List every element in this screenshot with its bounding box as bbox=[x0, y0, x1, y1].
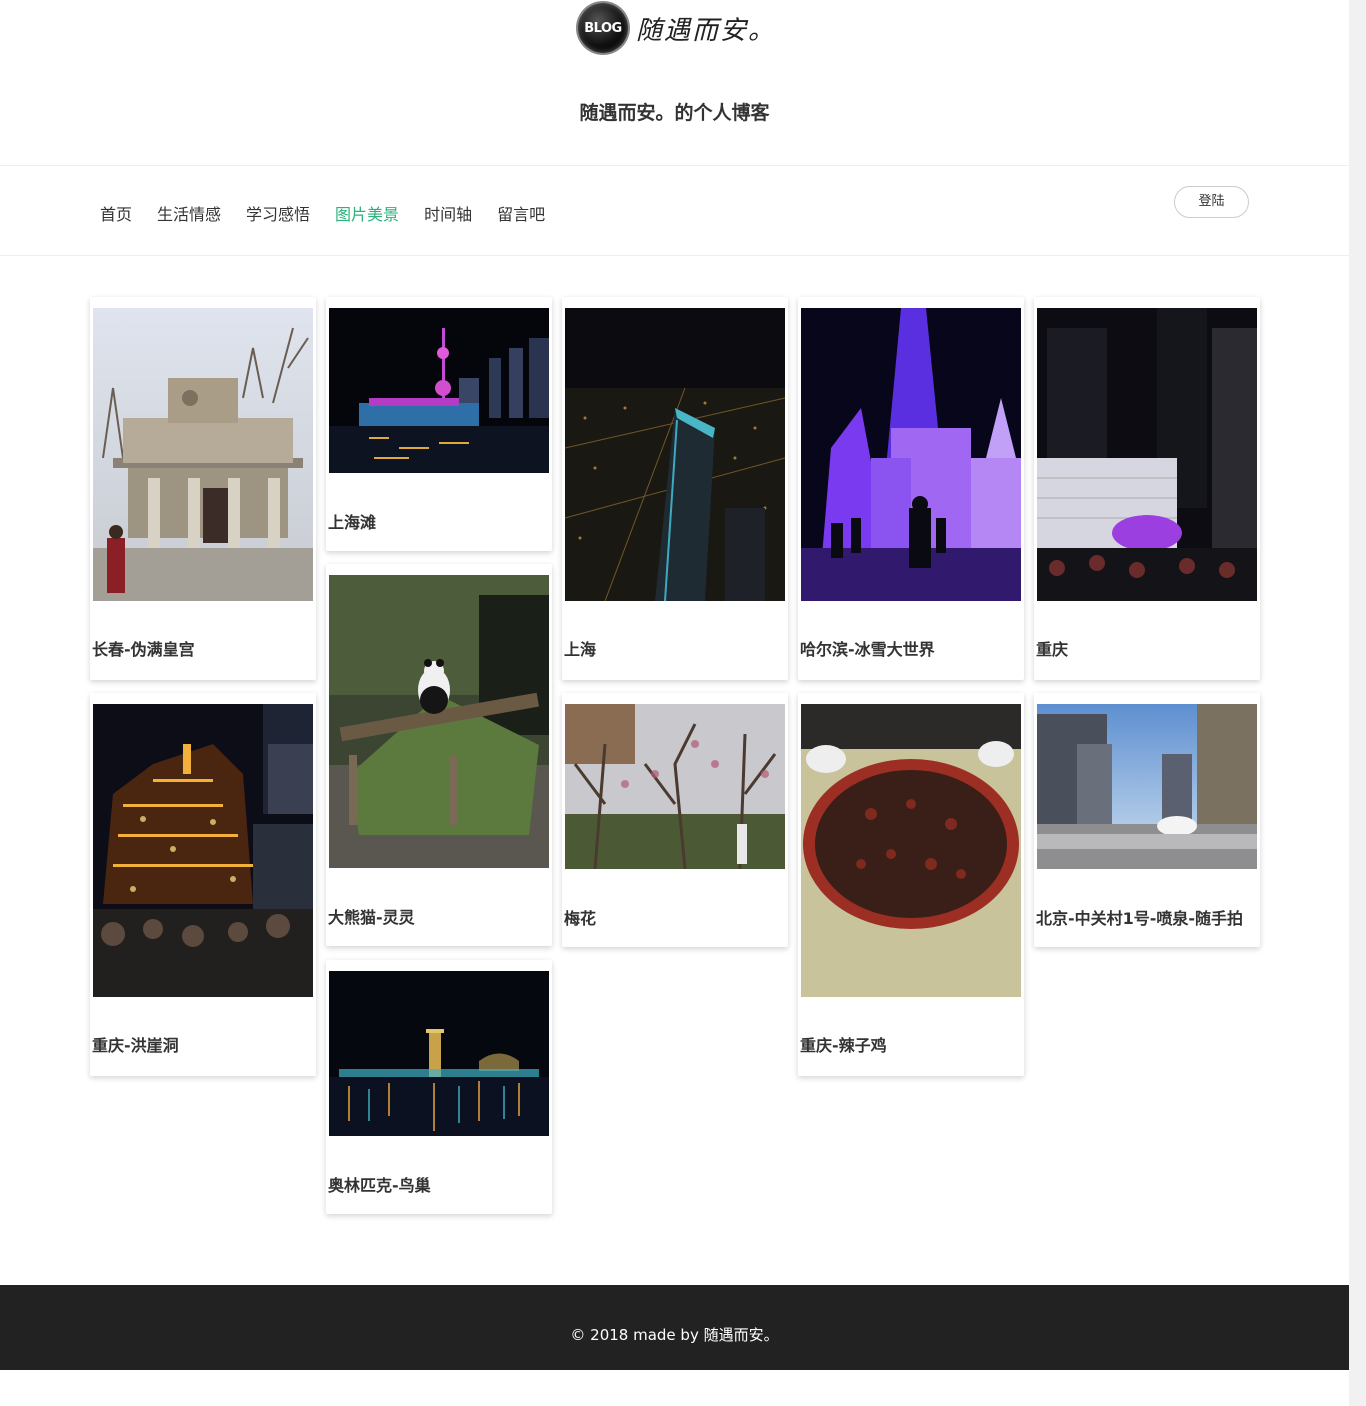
photo-card-bund[interactable]: 上海滩 bbox=[326, 297, 552, 551]
photo-title[interactable]: 长春-伪满皇宫 bbox=[92, 636, 195, 660]
photo-title[interactable]: 上海 bbox=[564, 636, 596, 660]
page: BLOG 随遇而安。 随遇而安。的个人博客 首页 生活情感 学习感悟 图片美景 … bbox=[0, 0, 1349, 1406]
photo-title[interactable]: 北京-中关村1号-喷泉-随手拍 bbox=[1036, 905, 1243, 929]
nav-item-study[interactable]: 学习感悟 bbox=[246, 201, 310, 225]
plum-blossom-photo bbox=[565, 704, 785, 869]
ice-world-photo bbox=[801, 308, 1021, 601]
login-button[interactable]: 登陆 bbox=[1174, 186, 1249, 218]
site-footer: © 2018 made by 随遇而安。 bbox=[0, 1285, 1349, 1370]
photo-title[interactable]: 奥林匹克-鸟巢 bbox=[328, 1172, 431, 1196]
blog-logo-icon: BLOG bbox=[578, 3, 628, 53]
photo-card-shanghai[interactable]: 上海 bbox=[562, 297, 788, 680]
fountain-photo bbox=[1037, 704, 1257, 869]
photo-title[interactable]: 梅花 bbox=[564, 905, 596, 929]
site-title: 随遇而安。的个人博客 bbox=[579, 102, 770, 124]
spicy-chicken-photo bbox=[801, 704, 1021, 997]
logo-text: 随遇而安。 bbox=[636, 15, 777, 46]
photo-card-hongyadong[interactable]: 重庆-洪崖洞 bbox=[90, 693, 316, 1076]
site-logo[interactable]: BLOG 随遇而安。 bbox=[578, 2, 776, 54]
photo-card-plum[interactable]: 梅花 bbox=[562, 693, 788, 947]
shanghai-night-photo bbox=[565, 308, 785, 601]
nav-item-guestbook[interactable]: 留言吧 bbox=[497, 201, 545, 225]
photo-title[interactable]: 上海滩 bbox=[328, 509, 376, 533]
photo-title[interactable]: 重庆 bbox=[1036, 636, 1068, 660]
photo-card-panda[interactable]: 大熊猫-灵灵 bbox=[326, 564, 552, 946]
hongyadong-photo bbox=[93, 704, 313, 997]
photo-title[interactable]: 重庆-辣子鸡 bbox=[800, 1032, 887, 1056]
chongqing-street-photo bbox=[1037, 308, 1257, 601]
main-nav: 首页 生活情感 学习感悟 图片美景 时间轴 留言吧 登陆 bbox=[0, 166, 1349, 256]
photo-card-chongqing[interactable]: 重庆 bbox=[1034, 297, 1260, 680]
photo-title[interactable]: 大熊猫-灵灵 bbox=[328, 904, 415, 928]
photo-card-spicy-chicken[interactable]: 重庆-辣子鸡 bbox=[798, 693, 1024, 1076]
photo-card-ice-world[interactable]: 哈尔滨-冰雪大世界 bbox=[798, 297, 1024, 680]
photo-card-palace[interactable]: 长春-伪满皇宫 bbox=[90, 297, 316, 680]
birds-nest-photo bbox=[329, 971, 549, 1136]
nav-item-timeline[interactable]: 时间轴 bbox=[424, 201, 472, 225]
palace-photo bbox=[93, 308, 313, 601]
nav-item-home[interactable]: 首页 bbox=[100, 201, 132, 225]
nav-item-photos[interactable]: 图片美景 bbox=[335, 201, 399, 225]
photo-title[interactable]: 哈尔滨-冰雪大世界 bbox=[800, 636, 935, 660]
photo-card-birds-nest[interactable]: 奥林匹克-鸟巢 bbox=[326, 960, 552, 1214]
nav-item-life[interactable]: 生活情感 bbox=[157, 201, 221, 225]
panda-photo bbox=[329, 575, 549, 868]
page-scrollbar[interactable] bbox=[1349, 0, 1366, 1406]
shanghai-bund-photo bbox=[329, 308, 549, 473]
photo-title[interactable]: 重庆-洪崖洞 bbox=[92, 1032, 179, 1056]
footer-text: © 2018 made by 随遇而安。 bbox=[570, 1326, 779, 1344]
site-header: BLOG 随遇而安。 随遇而安。的个人博客 bbox=[0, 0, 1349, 166]
photo-card-fountain[interactable]: 北京-中关村1号-喷泉-随手拍 bbox=[1034, 693, 1260, 947]
